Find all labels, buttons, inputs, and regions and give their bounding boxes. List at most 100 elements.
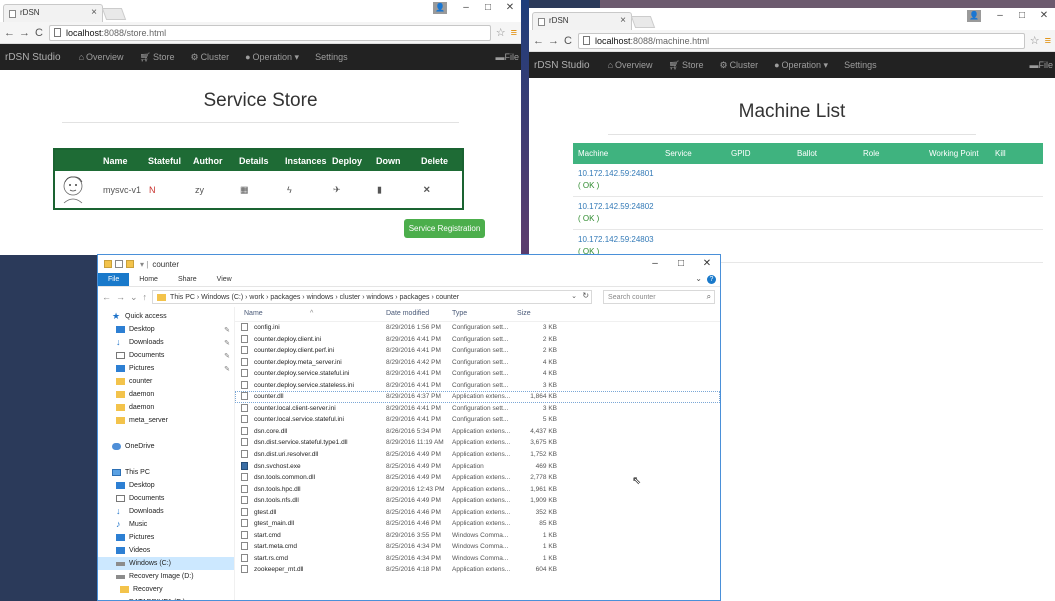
machine-address-link[interactable]: 10.172.142.59:24801 [578, 168, 1043, 180]
nav-item[interactable]: Videos [98, 544, 234, 557]
back-icon[interactable]: ← [533, 35, 544, 47]
bookmark-star-icon[interactable]: ☆ [1030, 34, 1040, 47]
nav-item[interactable]: Recovery [98, 583, 234, 596]
file-row[interactable]: zookeeper_mt.dll 8/25/2016 4:18 PM Applica… [235, 564, 720, 576]
nav-item[interactable]: DATADRIVE1 (E:) [98, 596, 234, 600]
nav-store[interactable]: 🛒︎ Store [140, 52, 175, 63]
bookmark-star-icon[interactable]: ☆ [496, 26, 506, 39]
nav-cluster[interactable]: ⚙ Cluster [190, 52, 229, 63]
file-row[interactable]: counter.deploy.meta_server.ini 8/29/2016 … [235, 357, 720, 369]
browser-tab[interactable]: rDSN × [3, 4, 103, 22]
back-icon[interactable]: ← [102, 292, 111, 302]
nav-item[interactable]: daemon [98, 401, 234, 414]
nav-item[interactable]: Documents [98, 492, 234, 505]
service-registration-button[interactable]: Service Registration [404, 219, 485, 238]
nav-store[interactable]: 🛒︎ Store [669, 60, 704, 71]
nav-item[interactable]: ↓ Downloads [98, 505, 234, 518]
back-icon[interactable]: ← [4, 27, 15, 39]
reload-icon[interactable]: C [563, 35, 573, 47]
navbar-brand[interactable]: rDSN Studio [5, 52, 61, 63]
file-row[interactable]: start.cmd 8/29/2016 3:55 PM Windows Comma.… [235, 530, 720, 542]
folder-icon[interactable] [104, 260, 112, 268]
close-tab-icon[interactable]: × [91, 7, 97, 18]
nav-item[interactable]: counter [98, 375, 234, 388]
nav-item[interactable]: Desktop [98, 479, 234, 492]
column-name[interactable]: Name [244, 310, 263, 317]
bolt-icon[interactable]: ϟ [287, 185, 292, 195]
address-bar[interactable]: localhost:8088/store.html [49, 24, 491, 41]
pin-icon[interactable]: ✎ [224, 352, 230, 360]
file-row[interactable]: gtest_main.dll 8/25/2016 4:46 PM Applicati… [235, 518, 720, 530]
nav-files[interactable]: ▬File [1029, 60, 1053, 70]
chevron-down-icon[interactable]: ⌄ [571, 292, 577, 300]
column-type[interactable]: Type [452, 310, 467, 317]
properties-icon[interactable] [115, 260, 123, 268]
search-input[interactable]: Search counter ⌕ [603, 290, 716, 304]
nav-item[interactable]: Documents ✎ [98, 349, 234, 362]
nav-item[interactable]: Desktop ✎ [98, 323, 234, 336]
navbar-brand[interactable]: rDSN Studio [534, 60, 590, 71]
new-folder-icon[interactable] [126, 260, 134, 268]
nav-item[interactable]: This PC [98, 466, 234, 479]
file-icon[interactable]: ▮ [377, 184, 382, 195]
file-row[interactable]: counter.deploy.service.stateless.ini 8/29… [235, 380, 720, 392]
file-row[interactable]: counter.local.client-server.ini 8/29/2016… [235, 403, 720, 415]
recent-dropdown-icon[interactable]: ⌄ [130, 292, 138, 303]
file-row[interactable]: dsn.tools.hpc.dll 8/29/2016 12:43 PM Appli… [235, 484, 720, 496]
browser-tab[interactable]: rDSN × [532, 12, 632, 30]
machine-address-link[interactable]: 10.172.142.59:24803 [578, 234, 1043, 246]
maximize-button[interactable]: □ [477, 0, 499, 16]
new-tab-button[interactable] [101, 8, 127, 20]
close-window-button[interactable]: ✕ [694, 255, 720, 273]
refresh-icon[interactable]: ↻ [582, 291, 589, 300]
address-path[interactable]: This PC › Windows (C:) › work › packages… [152, 290, 593, 304]
file-row[interactable]: start.meta.cmd 8/25/2016 4:34 PM Windows C… [235, 541, 720, 553]
nav-operation[interactable]: ● Operation ▾ [245, 52, 299, 63]
file-row[interactable]: dsn.tools.nfs.dll 8/25/2016 4:49 PM Applic… [235, 495, 720, 507]
plane-icon[interactable]: ✈ [333, 184, 341, 195]
up-icon[interactable]: ↑ [143, 292, 148, 302]
pin-icon[interactable]: ✎ [224, 365, 230, 373]
nav-settings[interactable]: Settings [844, 60, 877, 70]
nav-item[interactable]: ♪ Music [98, 518, 234, 531]
file-row[interactable]: gtest.dll 8/25/2016 4:46 PM Application ex… [235, 507, 720, 519]
minimize-button[interactable]: – [989, 8, 1011, 24]
nav-item[interactable]: OneDrive [98, 440, 234, 453]
user-icon[interactable]: 👤 [967, 10, 981, 22]
file-row[interactable]: dsn.dist.service.stateful.type1.dll 8/29/… [235, 437, 720, 449]
file-row[interactable]: dsn.dist.uri.resolver.dll 8/25/2016 4:49 … [235, 449, 720, 461]
minimize-button[interactable]: – [455, 0, 477, 16]
minimize-button[interactable]: – [642, 255, 668, 273]
ribbon-tab-home[interactable]: Home [129, 273, 168, 286]
address-bar[interactable]: localhost:8088/machine.html [578, 32, 1025, 49]
file-row[interactable]: counter.local.service.stateful.ini 8/29/2… [235, 414, 720, 426]
file-row[interactable]: counter.deploy.client.ini 8/29/2016 4:41 … [235, 334, 720, 346]
menu-icon[interactable]: ≡ [1045, 35, 1051, 47]
nav-overview[interactable]: ⌂ Overview [79, 52, 124, 62]
close-tab-icon[interactable]: × [620, 15, 626, 26]
file-row[interactable]: config.ini 8/29/2016 1:56 PM Configuration… [235, 322, 720, 334]
column-date[interactable]: Date modified [386, 310, 429, 317]
file-row[interactable]: dsn.core.dll 8/26/2016 5:34 PM Application… [235, 426, 720, 438]
new-tab-button[interactable] [630, 16, 656, 28]
close-window-button[interactable]: ✕ [499, 0, 521, 16]
ribbon-tab-file[interactable]: File [98, 273, 130, 286]
file-row[interactable]: counter.deploy.client.perf.ini 8/29/2016 … [235, 345, 720, 357]
nav-item[interactable]: ★ Quick access [98, 310, 234, 323]
pin-icon[interactable]: ✎ [224, 326, 230, 334]
close-window-button[interactable]: ✕ [1033, 8, 1055, 24]
ribbon-tab-share[interactable]: Share [168, 273, 207, 286]
machine-address-link[interactable]: 10.172.142.59:24802 [578, 201, 1043, 213]
close-icon[interactable]: ✕ [423, 184, 431, 195]
nav-item[interactable]: meta_server [98, 414, 234, 427]
nav-files[interactable]: ▬File [495, 52, 519, 62]
help-icon[interactable]: ? [707, 275, 716, 284]
file-row[interactable]: dsn.svchost.exe 8/25/2016 4:49 PM Applicat… [235, 461, 720, 473]
nav-item[interactable]: daemon [98, 388, 234, 401]
nav-item[interactable]: Recovery Image (D:) [98, 570, 234, 583]
maximize-button[interactable]: □ [1011, 8, 1033, 24]
ribbon-tab-view[interactable]: View [207, 273, 242, 286]
file-row[interactable]: start.rs.cmd 8/25/2016 4:34 PM Windows Com… [235, 553, 720, 565]
forward-icon[interactable]: → [116, 292, 125, 302]
nav-operation[interactable]: ● Operation ▾ [774, 60, 828, 71]
